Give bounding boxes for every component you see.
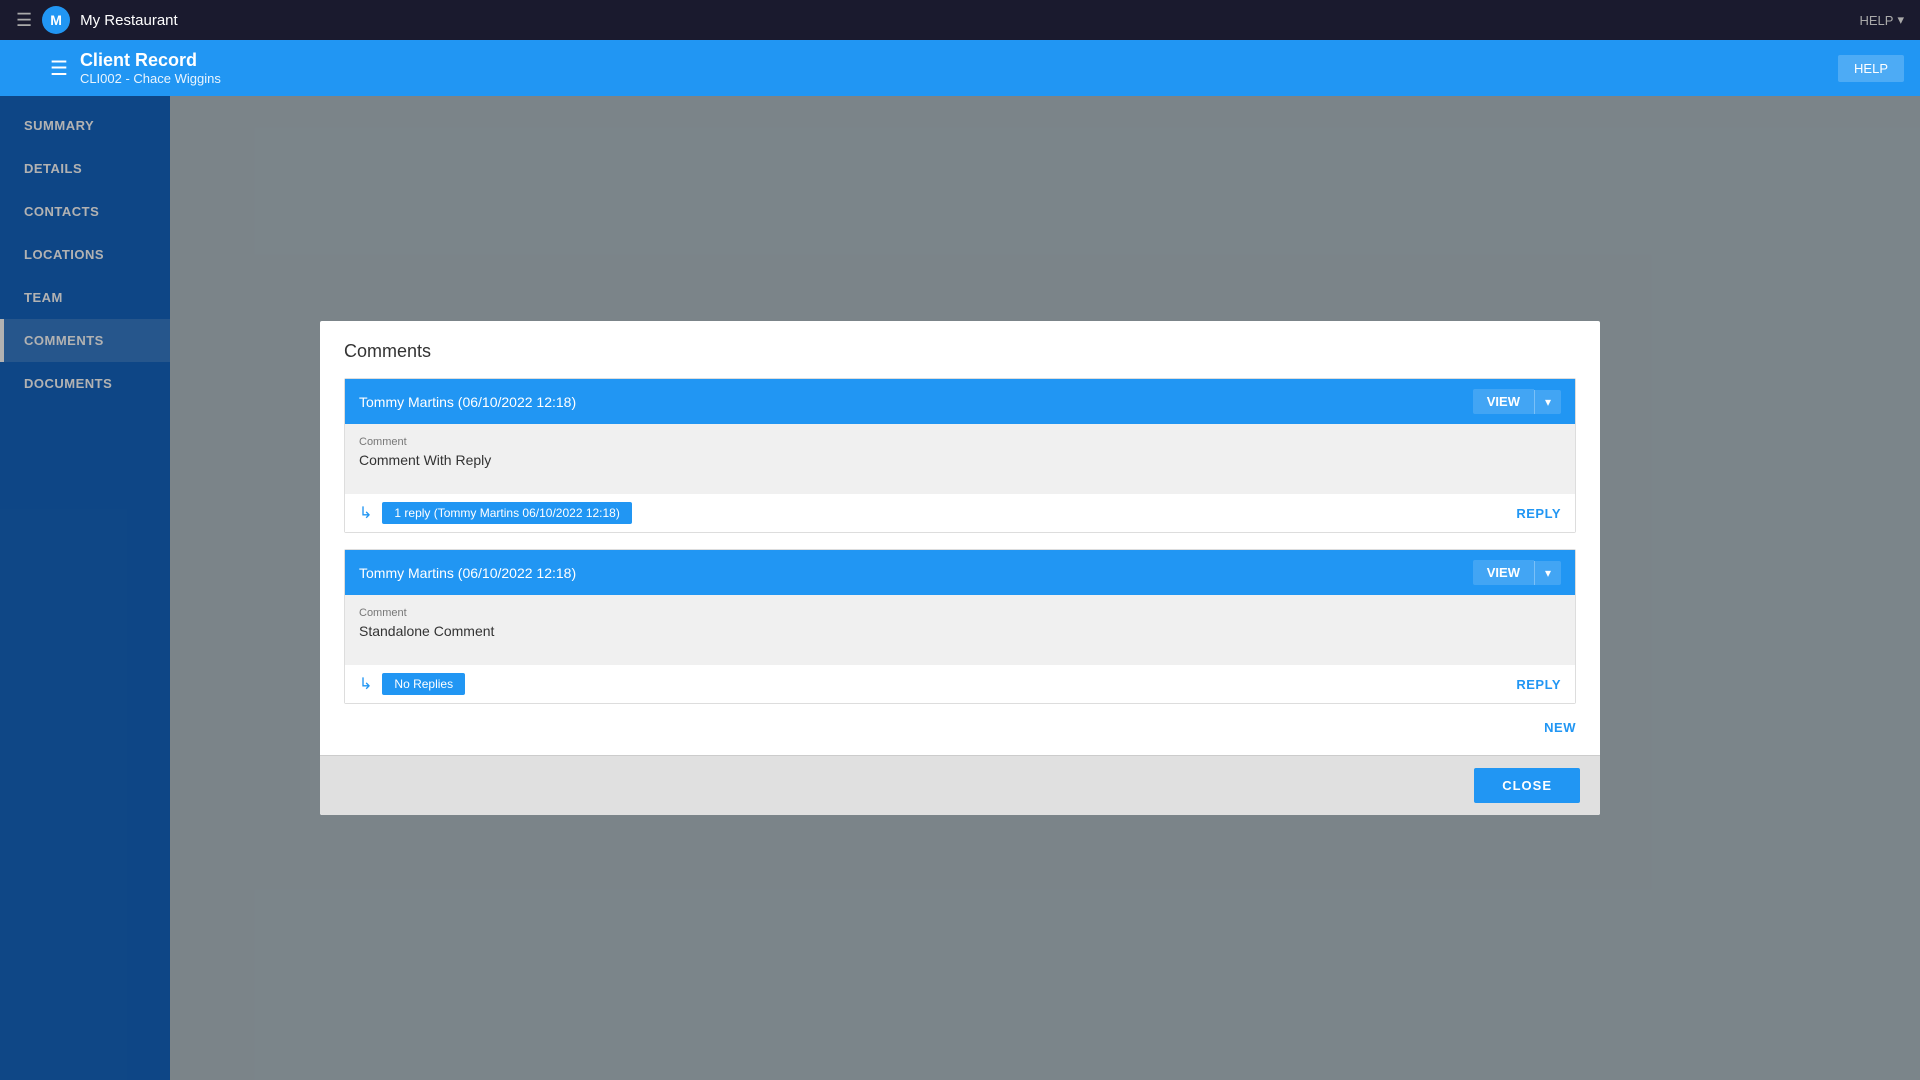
comment-actions-1: VIEW ▾ — [1473, 389, 1561, 414]
reply-link-2[interactable]: REPLY — [1516, 677, 1561, 692]
client-header: ☰ Client Record CLI002 - Chace Wiggins H… — [0, 40, 1920, 96]
reply-section-1: ↳ 1 reply (Tommy Martins 06/10/2022 12:1… — [359, 502, 632, 524]
reply-badge-1[interactable]: 1 reply (Tommy Martins 06/10/2022 12:18) — [382, 502, 631, 524]
comment-header-2: Tommy Martins (06/10/2022 12:18) VIEW ▾ — [345, 550, 1575, 595]
comment-body-2: Comment Standalone Comment — [345, 595, 1575, 665]
comment-actions-2: VIEW ▾ — [1473, 560, 1561, 585]
comment-text-2: Standalone Comment — [359, 623, 1561, 639]
app-bar: ☰ M My Restaurant HELP ▾ — [0, 0, 1920, 40]
comment-label-1: Comment — [359, 436, 1561, 448]
app-bar-left: ☰ M My Restaurant — [16, 6, 178, 34]
comment-card-1: Tommy Martins (06/10/2022 12:18) VIEW ▾ … — [344, 378, 1576, 533]
menu-icon[interactable]: ☰ — [16, 10, 32, 31]
modal-overlay: Comments Tommy Martins (06/10/2022 12:18… — [0, 96, 1920, 1080]
comment-footer-1: ↳ 1 reply (Tommy Martins 06/10/2022 12:1… — [345, 494, 1575, 532]
modal-body: Comments Tommy Martins (06/10/2022 12:18… — [320, 321, 1600, 755]
client-help-button[interactable]: HELP — [1838, 55, 1904, 82]
no-replies-badge-2[interactable]: No Replies — [382, 673, 465, 695]
comment-view-button-2[interactable]: VIEW — [1473, 560, 1534, 585]
comment-header-1: Tommy Martins (06/10/2022 12:18) VIEW ▾ — [345, 379, 1575, 424]
comment-author-1: Tommy Martins (06/10/2022 12:18) — [359, 394, 576, 410]
reply-arrow-icon-1: ↳ — [359, 503, 372, 523]
hamburger-icon[interactable]: ☰ — [50, 56, 68, 81]
main-layout: SUMMARY DETAILS CONTACTS LOCATIONS TEAM … — [0, 96, 1920, 1080]
client-record-subtitle: CLI002 - Chace Wiggins — [80, 71, 221, 86]
modal-title: Comments — [344, 341, 1576, 362]
comment-dropdown-button-2[interactable]: ▾ — [1534, 561, 1561, 585]
comment-dropdown-button-1[interactable]: ▾ — [1534, 390, 1561, 414]
client-record-title: Client Record — [80, 50, 221, 71]
comment-view-button-1[interactable]: VIEW — [1473, 389, 1534, 414]
close-button[interactable]: CLOSE — [1474, 768, 1580, 803]
modal-footer: CLOSE — [320, 755, 1600, 815]
app-title: My Restaurant — [80, 12, 178, 29]
comment-body-1: Comment Comment With Reply — [345, 424, 1575, 494]
comment-footer-2: ↳ No Replies REPLY — [345, 665, 1575, 703]
new-comment-link[interactable]: NEW — [344, 720, 1576, 735]
app-help-button[interactable]: HELP ▾ — [1860, 12, 1905, 28]
comment-card-2: Tommy Martins (06/10/2022 12:18) VIEW ▾ … — [344, 549, 1576, 704]
reply-link-1[interactable]: REPLY — [1516, 506, 1561, 521]
reply-arrow-icon-2: ↳ — [359, 674, 372, 694]
comment-author-2: Tommy Martins (06/10/2022 12:18) — [359, 565, 576, 581]
comment-label-2: Comment — [359, 607, 1561, 619]
comments-modal: Comments Tommy Martins (06/10/2022 12:18… — [320, 321, 1600, 815]
client-info: Client Record CLI002 - Chace Wiggins — [80, 50, 221, 86]
reply-section-2: ↳ No Replies — [359, 673, 465, 695]
app-logo: M — [42, 6, 70, 34]
comment-text-1: Comment With Reply — [359, 452, 1561, 468]
